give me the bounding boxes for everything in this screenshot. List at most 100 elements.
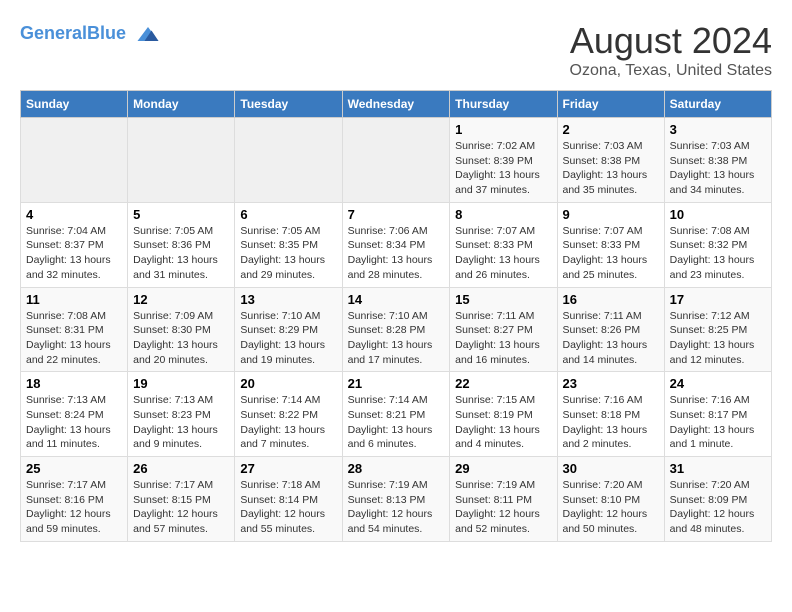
calendar-cell: 19 Sunrise: 7:13 AM Sunset: 8:23 PM Dayli… xyxy=(128,372,235,457)
logo-line1: General xyxy=(20,23,87,43)
day-info: Sunrise: 7:14 AM Sunset: 8:22 PM Dayligh… xyxy=(240,393,336,452)
calendar-cell: 31Sunrise: 7:20 AM Sunset: 8:09 PM Dayli… xyxy=(664,457,771,542)
day-number: 16 xyxy=(563,292,659,307)
weekday-header-sunday: Sunday xyxy=(21,91,128,118)
calendar-cell: 17 Sunrise: 7:12 AM Sunset: 8:25 PM Dayli… xyxy=(664,287,771,372)
calendar-cell xyxy=(21,118,128,203)
calendar-cell: 14 Sunrise: 7:10 AM Sunset: 8:28 PM Dayli… xyxy=(342,287,450,372)
day-info: Sunrise: 7:13 AM Sunset: 8:24 PM Dayligh… xyxy=(26,393,122,452)
calendar-cell: 3 Sunrise: 7:03 AM Sunset: 8:38 PM Daylig… xyxy=(664,118,771,203)
day-info: Sunrise: 7:03 AM Sunset: 8:38 PM Dayligh… xyxy=(563,139,659,198)
day-number: 30 xyxy=(563,461,659,476)
day-number: 3 xyxy=(670,122,766,137)
day-info: Sunrise: 7:15 AM Sunset: 8:19 PM Dayligh… xyxy=(455,393,551,452)
main-title: August 2024 xyxy=(570,20,772,62)
day-number: 27 xyxy=(240,461,336,476)
day-info: Sunrise: 7:19 AM Sunset: 8:11 PM Dayligh… xyxy=(455,478,551,537)
day-number: 10 xyxy=(670,207,766,222)
calendar-cell: 28Sunrise: 7:19 AM Sunset: 8:13 PM Dayli… xyxy=(342,457,450,542)
weekday-header-tuesday: Tuesday xyxy=(235,91,342,118)
day-number: 15 xyxy=(455,292,551,307)
day-number: 8 xyxy=(455,207,551,222)
day-number: 6 xyxy=(240,207,336,222)
day-number: 12 xyxy=(133,292,229,307)
weekday-header-saturday: Saturday xyxy=(664,91,771,118)
calendar-cell xyxy=(128,118,235,203)
day-info: Sunrise: 7:17 AM Sunset: 8:16 PM Dayligh… xyxy=(26,478,122,537)
calendar-cell: 4 Sunrise: 7:04 AM Sunset: 8:37 PM Daylig… xyxy=(21,202,128,287)
weekday-header-friday: Friday xyxy=(557,91,664,118)
calendar-cell: 8 Sunrise: 7:07 AM Sunset: 8:33 PM Daylig… xyxy=(450,202,557,287)
page-header: GeneralBlue August 2024 Ozona, Texas, Un… xyxy=(20,20,772,80)
day-number: 28 xyxy=(348,461,445,476)
day-info: Sunrise: 7:10 AM Sunset: 8:29 PM Dayligh… xyxy=(240,309,336,368)
day-number: 21 xyxy=(348,376,445,391)
day-number: 14 xyxy=(348,292,445,307)
day-number: 20 xyxy=(240,376,336,391)
day-number: 1 xyxy=(455,122,551,137)
day-info: Sunrise: 7:09 AM Sunset: 8:30 PM Dayligh… xyxy=(133,309,229,368)
day-number: 19 xyxy=(133,376,229,391)
calendar-cell: 24 Sunrise: 7:16 AM Sunset: 8:17 PM Dayli… xyxy=(664,372,771,457)
calendar-cell: 7 Sunrise: 7:06 AM Sunset: 8:34 PM Daylig… xyxy=(342,202,450,287)
day-info: Sunrise: 7:06 AM Sunset: 8:34 PM Dayligh… xyxy=(348,224,445,283)
calendar-cell: 30 Sunrise: 7:20 AM Sunset: 8:10 PM Dayli… xyxy=(557,457,664,542)
day-number: 22 xyxy=(455,376,551,391)
day-number: 29 xyxy=(455,461,551,476)
subtitle: Ozona, Texas, United States xyxy=(570,62,772,80)
calendar-cell: 23 Sunrise: 7:16 AM Sunset: 8:18 PM Dayli… xyxy=(557,372,664,457)
day-number: 4 xyxy=(26,207,122,222)
weekday-header-wednesday: Wednesday xyxy=(342,91,450,118)
day-number: 13 xyxy=(240,292,336,307)
day-number: 24 xyxy=(670,376,766,391)
day-number: 9 xyxy=(563,207,659,222)
day-number: 31 xyxy=(670,461,766,476)
calendar-cell: 25 Sunrise: 7:17 AM Sunset: 8:16 PM Dayli… xyxy=(21,457,128,542)
week-row-4: 18 Sunrise: 7:13 AM Sunset: 8:24 PM Dayli… xyxy=(21,372,772,457)
week-row-1: 1Sunrise: 7:02 AM Sunset: 8:39 PM Daylig… xyxy=(21,118,772,203)
day-info: Sunrise: 7:04 AM Sunset: 8:37 PM Dayligh… xyxy=(26,224,122,283)
weekday-header-thursday: Thursday xyxy=(450,91,557,118)
day-info: Sunrise: 7:13 AM Sunset: 8:23 PM Dayligh… xyxy=(133,393,229,452)
calendar-cell: 16 Sunrise: 7:11 AM Sunset: 8:26 PM Dayli… xyxy=(557,287,664,372)
weekday-header-monday: Monday xyxy=(128,91,235,118)
calendar-cell: 27Sunrise: 7:18 AM Sunset: 8:14 PM Dayli… xyxy=(235,457,342,542)
day-number: 17 xyxy=(670,292,766,307)
day-number: 23 xyxy=(563,376,659,391)
calendar-cell: 5Sunrise: 7:05 AM Sunset: 8:36 PM Daylig… xyxy=(128,202,235,287)
calendar-cell: 20 Sunrise: 7:14 AM Sunset: 8:22 PM Dayli… xyxy=(235,372,342,457)
calendar-body: 1Sunrise: 7:02 AM Sunset: 8:39 PM Daylig… xyxy=(21,118,772,542)
day-info: Sunrise: 7:03 AM Sunset: 8:38 PM Dayligh… xyxy=(670,139,766,198)
day-info: Sunrise: 7:05 AM Sunset: 8:36 PM Dayligh… xyxy=(133,224,229,283)
calendar-cell xyxy=(235,118,342,203)
day-number: 18 xyxy=(26,376,122,391)
day-info: Sunrise: 7:14 AM Sunset: 8:21 PM Dayligh… xyxy=(348,393,445,452)
calendar-cell: 22 Sunrise: 7:15 AM Sunset: 8:19 PM Dayli… xyxy=(450,372,557,457)
day-info: Sunrise: 7:05 AM Sunset: 8:35 PM Dayligh… xyxy=(240,224,336,283)
day-info: Sunrise: 7:12 AM Sunset: 8:25 PM Dayligh… xyxy=(670,309,766,368)
day-number: 7 xyxy=(348,207,445,222)
day-info: Sunrise: 7:17 AM Sunset: 8:15 PM Dayligh… xyxy=(133,478,229,537)
calendar-cell: 18 Sunrise: 7:13 AM Sunset: 8:24 PM Dayli… xyxy=(21,372,128,457)
day-info: Sunrise: 7:20 AM Sunset: 8:10 PM Dayligh… xyxy=(563,478,659,537)
week-row-2: 4 Sunrise: 7:04 AM Sunset: 8:37 PM Daylig… xyxy=(21,202,772,287)
calendar-cell xyxy=(342,118,450,203)
calendar-cell: 12 Sunrise: 7:09 AM Sunset: 8:30 PM Dayli… xyxy=(128,287,235,372)
day-number: 26 xyxy=(133,461,229,476)
logo-text: GeneralBlue xyxy=(20,20,162,48)
week-row-3: 11 Sunrise: 7:08 AM Sunset: 8:31 PM Dayli… xyxy=(21,287,772,372)
day-info: Sunrise: 7:08 AM Sunset: 8:32 PM Dayligh… xyxy=(670,224,766,283)
day-info: Sunrise: 7:11 AM Sunset: 8:26 PM Dayligh… xyxy=(563,309,659,368)
day-info: Sunrise: 7:10 AM Sunset: 8:28 PM Dayligh… xyxy=(348,309,445,368)
calendar-cell: 29 Sunrise: 7:19 AM Sunset: 8:11 PM Dayli… xyxy=(450,457,557,542)
day-number: 11 xyxy=(26,292,122,307)
logo-icon xyxy=(134,20,162,48)
day-number: 25 xyxy=(26,461,122,476)
day-number: 2 xyxy=(563,122,659,137)
day-info: Sunrise: 7:08 AM Sunset: 8:31 PM Dayligh… xyxy=(26,309,122,368)
day-info: Sunrise: 7:07 AM Sunset: 8:33 PM Dayligh… xyxy=(455,224,551,283)
day-info: Sunrise: 7:16 AM Sunset: 8:17 PM Dayligh… xyxy=(670,393,766,452)
day-info: Sunrise: 7:16 AM Sunset: 8:18 PM Dayligh… xyxy=(563,393,659,452)
calendar-cell: 10 Sunrise: 7:08 AM Sunset: 8:32 PM Dayli… xyxy=(664,202,771,287)
day-info: Sunrise: 7:07 AM Sunset: 8:33 PM Dayligh… xyxy=(563,224,659,283)
